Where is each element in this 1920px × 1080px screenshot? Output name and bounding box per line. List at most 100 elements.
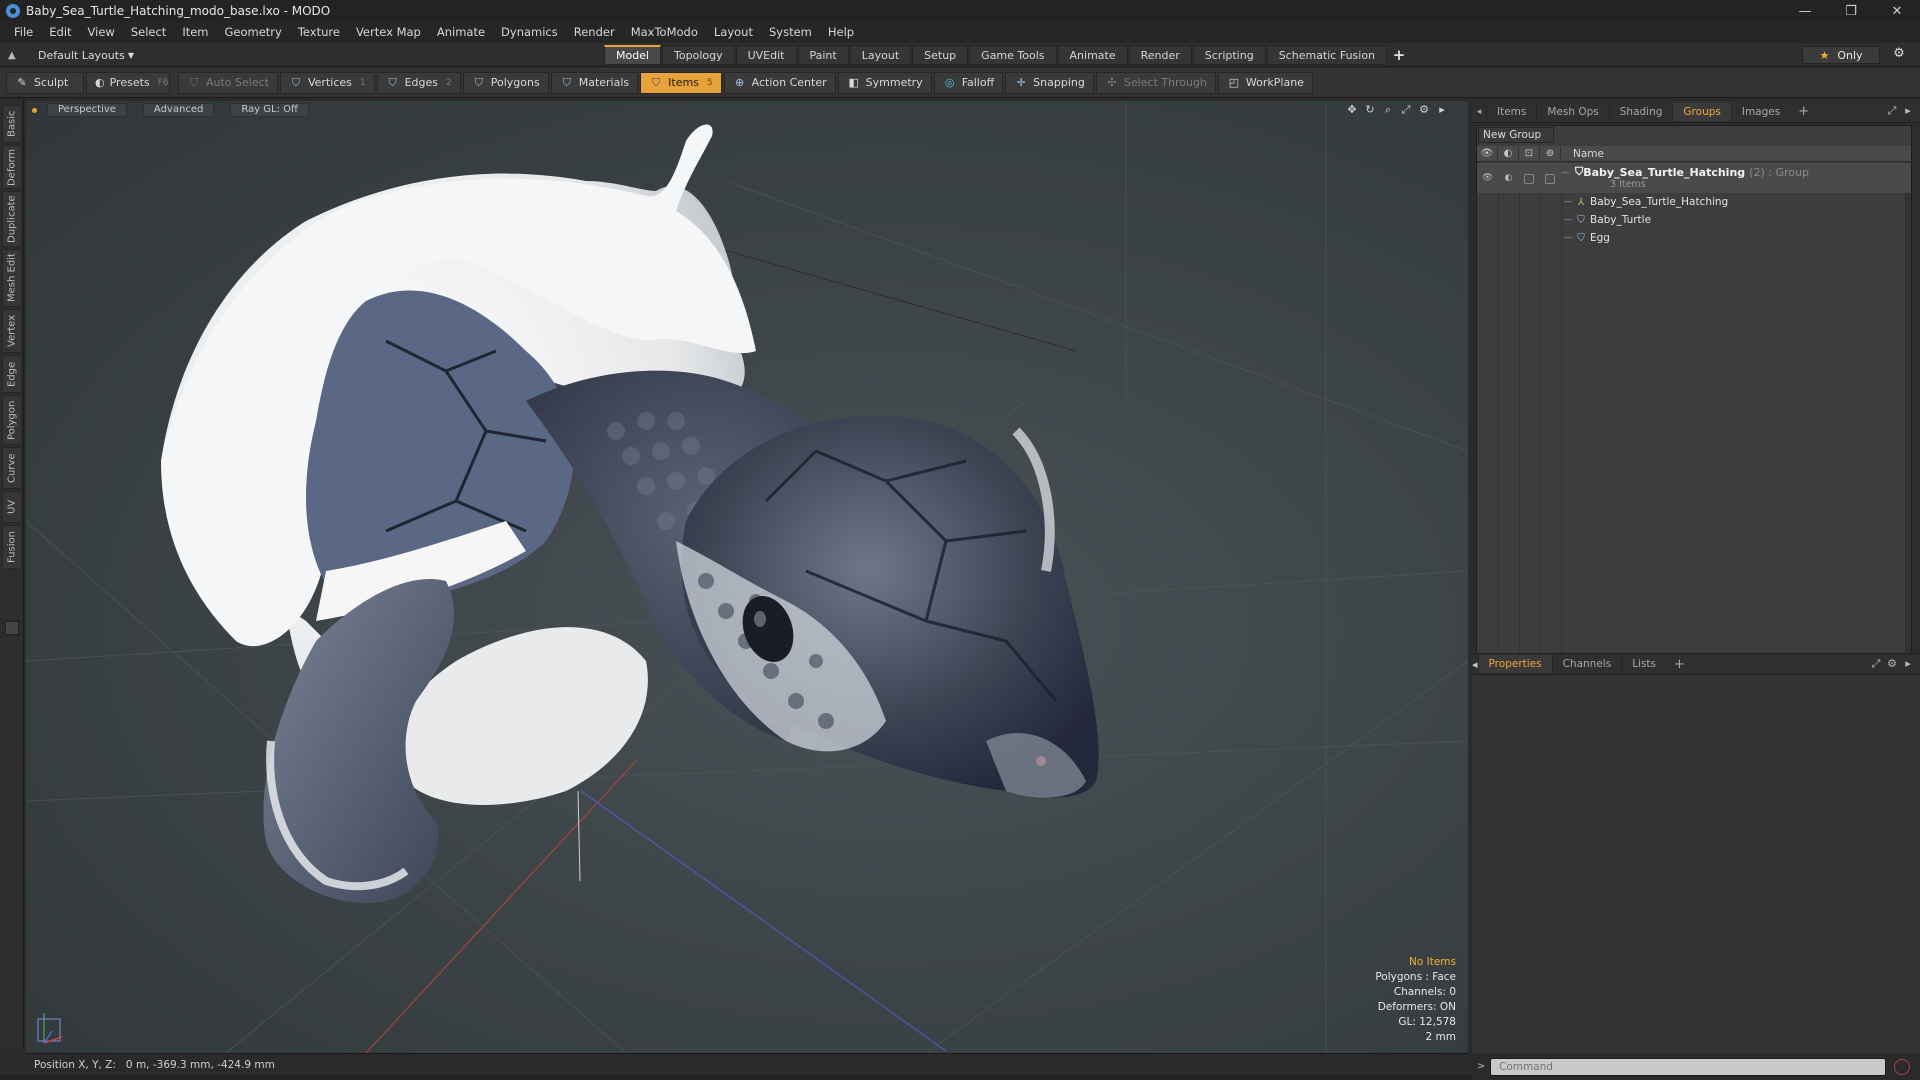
add-props-tab-button[interactable]: + (1666, 657, 1693, 672)
new-group-button[interactable]: New Group (1478, 127, 1554, 143)
vtab-vertex[interactable]: Vertex (2, 309, 22, 353)
group-lock-checkbox[interactable] (1524, 174, 1534, 184)
tab-game-tools[interactable]: Game Tools (969, 45, 1057, 65)
tab-properties[interactable]: Properties (1477, 655, 1552, 673)
fit-icon[interactable]: ⤢ (1398, 103, 1414, 117)
vtab-curve[interactable]: Curve (2, 447, 22, 489)
vtab-edge[interactable]: Edge (2, 355, 22, 393)
presets-button[interactable]: ◐ Presets F6 (86, 71, 170, 94)
rotate-icon[interactable]: ↻ (1362, 103, 1378, 117)
items-button[interactable]: ⛉ Items 5 (640, 71, 722, 94)
tab-shading[interactable]: Shading (1608, 102, 1673, 121)
tab-items[interactable]: Items (1486, 102, 1536, 121)
group-collapse-icon[interactable]: — (1561, 168, 1570, 178)
tab-layout[interactable]: Layout (849, 45, 912, 65)
viewport-gear-icon[interactable]: ⚙ (1416, 103, 1432, 117)
vertices-button[interactable]: ⛉ Vertices 1 (279, 71, 375, 94)
menu-edit[interactable]: Edit (41, 22, 79, 43)
select-column-icon[interactable]: ⊚ (1540, 145, 1561, 162)
group-row[interactable]: 👁 ◐ — ⛉ Baby_Sea_Turtle_Hatching (2) : G… (1477, 163, 1911, 193)
group-select-checkbox[interactable] (1545, 174, 1555, 184)
menu-render[interactable]: Render (566, 22, 623, 43)
group-visibility-icon[interactable]: 👁 (1477, 173, 1498, 183)
name-column-header[interactable]: Name (1561, 148, 1604, 160)
vtab-basic[interactable]: Basic (2, 105, 22, 143)
menu-system[interactable]: System (761, 22, 820, 43)
sculpt-button[interactable]: ✎ Sculpt (6, 71, 84, 94)
panel-expand-icon[interactable]: ⤢ (1884, 104, 1900, 118)
tab-render[interactable]: Render (1128, 45, 1192, 65)
vtab-duplicate[interactable]: Duplicate (2, 191, 22, 247)
menu-help[interactable]: Help (820, 22, 862, 43)
group-render-icon[interactable]: ◐ (1498, 173, 1519, 183)
tab-groups[interactable]: Groups (1672, 102, 1731, 121)
raygl-button[interactable]: Ray GL: Off (230, 103, 309, 117)
props-menu-icon[interactable]: ▸ (1900, 657, 1916, 671)
tab-topology[interactable]: Topology (662, 45, 735, 65)
only-button[interactable]: ★ Only (1802, 46, 1880, 64)
action-center-button[interactable]: ⊕ Action Center (723, 71, 836, 94)
viewport-menu-dot[interactable] (32, 107, 37, 113)
menu-maxtomodo[interactable]: MaxToModo (623, 22, 706, 43)
vtab-deform[interactable]: Deform (2, 145, 22, 189)
vtab-uv[interactable]: UV (2, 491, 22, 523)
3d-viewport[interactable]: Perspective Advanced Ray GL: Off ✥ ↻ ⌕ ⤢… (26, 101, 1468, 1053)
auto-select-button[interactable]: ⛉ Auto Select (178, 71, 278, 94)
vtab-polygon[interactable]: Polygon (2, 395, 22, 445)
tab-scripting[interactable]: Scripting (1192, 45, 1266, 65)
command-clear-button[interactable] (1894, 1058, 1910, 1075)
list-item[interactable]: — ⛉ Baby_Turtle (1561, 211, 1911, 229)
maximize-button[interactable]: ❐ (1828, 0, 1874, 22)
menu-view[interactable]: View (80, 22, 123, 43)
toolbox-toggle[interactable] (5, 621, 19, 635)
menu-select[interactable]: Select (123, 22, 174, 43)
symmetry-button[interactable]: ◧ Symmetry (837, 71, 932, 94)
layout-selector[interactable]: ▲ Default Layouts ▼ (8, 46, 134, 64)
panel-menu-icon[interactable]: ▸ (1900, 104, 1916, 118)
menu-file[interactable]: File (6, 22, 41, 43)
menu-item[interactable]: Item (174, 22, 216, 43)
command-input[interactable] (1490, 1057, 1886, 1076)
workplane-button[interactable]: ◰ WorkPlane (1217, 71, 1313, 94)
menu-dynamics[interactable]: Dynamics (493, 22, 566, 43)
polygons-button[interactable]: ⛉ Polygons (462, 71, 549, 94)
tab-setup[interactable]: Setup (912, 45, 969, 65)
viewport-expand-icon[interactable]: ▸ (1434, 103, 1450, 117)
list-item[interactable]: — ⛉ Egg (1561, 229, 1911, 247)
menu-geometry[interactable]: Geometry (217, 22, 290, 43)
tab-model[interactable]: Model (604, 45, 662, 65)
tab-uvedit[interactable]: UVEdit (735, 45, 797, 65)
render-column-icon[interactable]: ◐ (1498, 145, 1519, 162)
zoom-icon[interactable]: ⌕ (1380, 103, 1396, 117)
edges-button[interactable]: ⛉ Edges 2 (376, 71, 461, 94)
tab-images[interactable]: Images (1730, 102, 1790, 121)
vtab-mesh-edit[interactable]: Mesh Edit (2, 249, 22, 307)
menu-animate[interactable]: Animate (429, 22, 493, 43)
lock-column-icon[interactable]: ⊡ (1519, 145, 1540, 162)
gear-icon[interactable]: ⚙ (1890, 46, 1908, 64)
menu-vertex-map[interactable]: Vertex Map (348, 22, 429, 43)
add-panel-tab-button[interactable]: + (1790, 104, 1817, 119)
tab-mesh-ops[interactable]: Mesh Ops (1536, 102, 1608, 121)
visibility-column-icon[interactable]: 👁 (1477, 145, 1498, 162)
menu-layout[interactable]: Layout (706, 22, 761, 43)
vtab-fusion[interactable]: Fusion (2, 525, 22, 569)
menu-texture[interactable]: Texture (290, 22, 348, 43)
snapping-button[interactable]: ✛ Snapping (1005, 71, 1094, 94)
minimize-button[interactable]: — (1782, 0, 1828, 22)
tab-lists[interactable]: Lists (1621, 655, 1666, 673)
close-button[interactable]: ✕ (1874, 0, 1920, 22)
tab-animate[interactable]: Animate (1057, 45, 1128, 65)
props-gear-icon[interactable]: ⚙ (1884, 657, 1900, 671)
tab-schematic-fusion[interactable]: Schematic Fusion (1266, 45, 1388, 65)
props-expand-icon[interactable]: ⤢ (1868, 657, 1884, 671)
select-through-button[interactable]: ✣ Select Through (1095, 71, 1216, 94)
panel-caret-icon[interactable]: ◂ (1472, 107, 1486, 117)
falloff-button[interactable]: ◎ Falloff (933, 71, 1004, 94)
pan-icon[interactable]: ✥ (1344, 103, 1360, 117)
shading-mode-button[interactable]: Advanced (142, 103, 215, 117)
tab-channels[interactable]: Channels (1551, 655, 1622, 673)
materials-button[interactable]: ⛉ Materials (550, 71, 639, 94)
view-type-button[interactable]: Perspective (47, 103, 127, 117)
list-item[interactable]: — ⅄ Baby_Sea_Turtle_Hatching (1561, 193, 1911, 211)
